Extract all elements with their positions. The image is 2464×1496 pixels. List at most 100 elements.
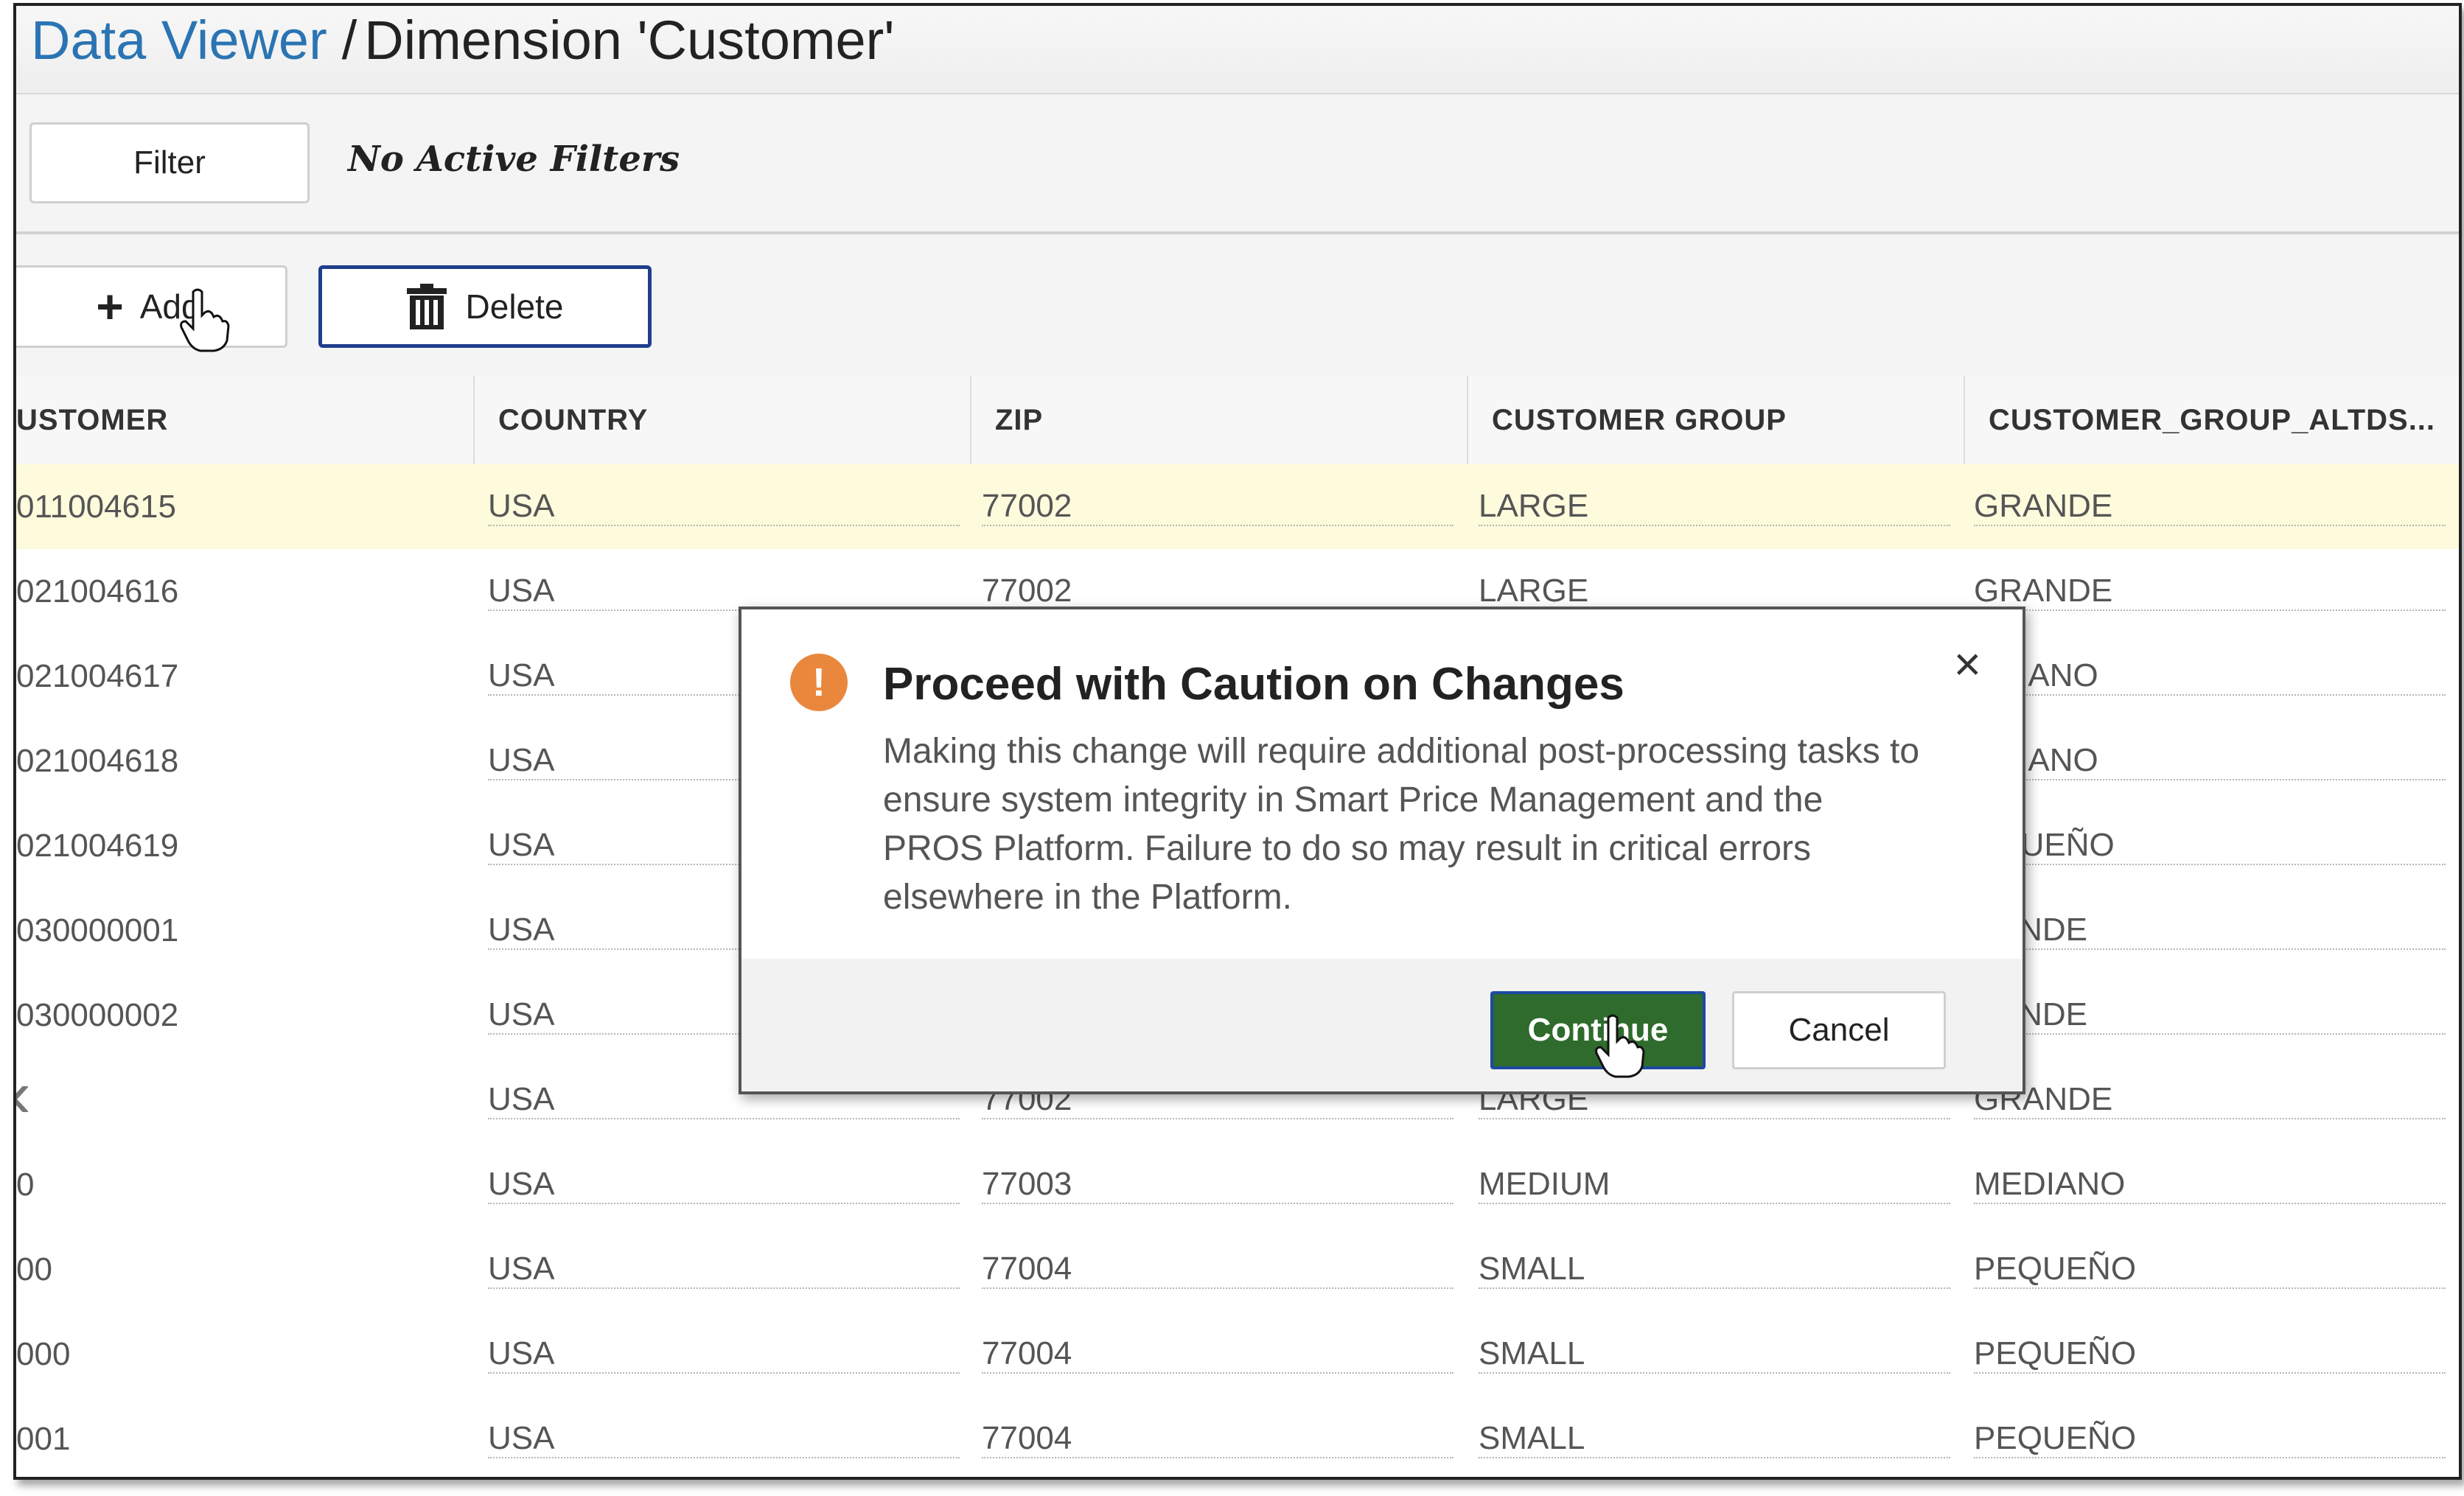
cell-customer-group-altds-value: PEQUEÑO — [1974, 1335, 2446, 1374]
cell-customer-value: 000 — [16, 1335, 71, 1372]
dialog-body: ! Proceed with Caution on Changes × Maki… — [741, 609, 2022, 960]
cell-customer-group-value: LARGE — [1479, 573, 1950, 611]
close-icon[interactable]: × — [1954, 640, 1981, 688]
app-window: Data Viewer / Dimension 'Customer' Filter … — [13, 3, 2462, 1480]
cell-zip[interactable]: 77004 — [982, 1312, 1453, 1397]
cell-zip[interactable]: 77002 — [982, 464, 1453, 549]
cell-customer-group[interactable]: SMALL — [1479, 1312, 1950, 1397]
breadcrumb: Data Viewer / Dimension 'Customer' — [31, 9, 894, 72]
cell-customer-group-altds-value: PEQUEÑO — [1974, 1251, 2446, 1289]
table-row[interactable]: 000 USA 77004 SMALL PEQUEÑO — [16, 1312, 2459, 1398]
cell-customer-group-value: LARGE — [1479, 488, 1950, 526]
warning-icon: ! — [790, 654, 848, 711]
cell-customer-group-altds[interactable]: GRANDE — [1974, 1058, 2446, 1142]
cell-customer-group-altds[interactable]: GRANDE — [1974, 464, 2446, 549]
cell-customer[interactable]: 030000002 — [16, 973, 458, 1058]
cell-country[interactable]: USA — [488, 1227, 960, 1312]
cancel-button[interactable]: Cancel — [1732, 991, 1946, 1069]
cell-customer[interactable]: 021004618 — [16, 719, 458, 803]
cell-customer[interactable]: 021004616 — [16, 549, 458, 634]
cell-customer[interactable]: 0 — [16, 1142, 458, 1227]
cell-customer-group[interactable]: MEDIUM — [1479, 1142, 1950, 1227]
cell-customer-value: 001 — [16, 1420, 71, 1457]
cell-customer-group-altds[interactable]: PEQUEÑO — [1974, 1227, 2446, 1312]
cell-customer-value: 021004618 — [16, 742, 179, 779]
column-header-zip[interactable]: ZIP — [971, 376, 1468, 464]
chevron-left-icon[interactable]: ‹ — [16, 1061, 31, 1128]
cell-customer[interactable]: 011004615 — [16, 464, 458, 549]
cell-customer-group-altds[interactable]: GRANDE — [1974, 549, 2446, 634]
cell-customer-group-altds[interactable]: MEDIANO — [1974, 1142, 2446, 1227]
cell-customer-group[interactable]: SMALL — [1479, 1397, 1950, 1477]
table-row[interactable]: 011004615 USA 77002 LARGE GRANDE — [16, 464, 2459, 550]
filter-bar: Filter No Active Filters — [16, 94, 2459, 234]
cell-zip-value: 77003 — [982, 1166, 1453, 1204]
cell-customer-group-altds-value: EQUEÑO — [1974, 827, 2446, 865]
cell-country[interactable]: USA — [488, 1397, 960, 1477]
cell-zip-value: 77002 — [982, 488, 1453, 526]
column-header-customer-group[interactable]: CUSTOMER GROUP — [1468, 376, 1965, 464]
cell-customer-value: 0 — [16, 1166, 35, 1203]
cell-country-value: USA — [488, 1166, 960, 1204]
cell-customer[interactable]: 021004619 — [16, 803, 458, 888]
cell-customer-group-altds-value: PEQUEÑO — [1974, 1420, 2446, 1458]
cell-customer-group-altds[interactable]: EQUEÑO — [1974, 803, 2446, 888]
cell-country-value: USA — [488, 1420, 960, 1458]
dialog-title: Proceed with Caution on Changes — [883, 659, 1624, 710]
filter-status-text: No Active Filters — [348, 139, 680, 180]
grid-header-row: USTOMER COUNTRY ZIP CUSTOMER GROUP CUSTO… — [16, 376, 2459, 466]
grid-toolbar: + Add Delete — [16, 234, 2459, 378]
page-header: Data Viewer / Dimension 'Customer' — [16, 6, 2459, 94]
filter-button[interactable]: Filter — [29, 122, 310, 203]
cell-customer[interactable]: 001 — [16, 1397, 458, 1477]
cell-customer[interactable]: 021004617 — [16, 634, 458, 719]
cell-country[interactable]: USA — [488, 1142, 960, 1227]
delete-button[interactable]: Delete — [318, 265, 652, 348]
caution-dialog: ! Proceed with Caution on Changes × Maki… — [739, 607, 2025, 1094]
cell-customer-group-value: SMALL — [1479, 1251, 1950, 1289]
cell-customer-value: 021004619 — [16, 827, 179, 864]
cell-customer-value: 021004616 — [16, 573, 179, 609]
cell-customer-group-value: SMALL — [1479, 1335, 1950, 1374]
cell-customer-group-value: MEDIUM — [1479, 1166, 1950, 1204]
breadcrumb-data-viewer-link[interactable]: Data Viewer — [31, 10, 327, 71]
cell-country-value: USA — [488, 1251, 960, 1289]
cell-customer-group-altds[interactable]: RANDE — [1974, 888, 2446, 973]
cell-customer-group[interactable]: SMALL — [1479, 1227, 1950, 1312]
cell-customer-group-altds-value: MEDIANO — [1974, 1166, 2446, 1204]
column-header-customer[interactable]: USTOMER — [16, 376, 475, 464]
cell-customer-group-altds-value: RANDE — [1974, 996, 2446, 1035]
dialog-footer: Continue Cancel — [741, 959, 2022, 1091]
cell-customer-group-altds-value: GRANDE — [1974, 1081, 2446, 1119]
add-button[interactable]: + Add — [16, 265, 287, 348]
delete-button-label: Delete — [465, 287, 564, 326]
cell-zip[interactable]: 77003 — [982, 1142, 1453, 1227]
cell-customer-group-altds[interactable]: PEQUEÑO — [1974, 1312, 2446, 1397]
cell-customer-value: 011004615 — [16, 488, 176, 525]
cell-country[interactable]: USA — [488, 464, 960, 549]
cell-zip[interactable]: 77004 — [982, 1227, 1453, 1312]
cell-customer-group-altds[interactable]: RANDE — [1974, 973, 2446, 1058]
dialog-message: Making this change will require addition… — [883, 732, 1920, 917]
cell-zip[interactable]: 77004 — [982, 1397, 1453, 1477]
cell-customer-group-altds-value: RANDE — [1974, 912, 2446, 950]
column-header-customer-group-altds[interactable]: CUSTOMER_GROUP_ALTDS... — [1965, 376, 2459, 464]
table-row[interactable]: 001 USA 77004 SMALL PEQUEÑO — [16, 1397, 2459, 1477]
table-row[interactable]: 0 USA 77003 MEDIUM MEDIANO — [16, 1142, 2459, 1228]
table-row[interactable]: 00 USA 77004 SMALL PEQUEÑO — [16, 1227, 2459, 1313]
cell-customer[interactable] — [16, 1058, 458, 1142]
cell-customer-group-altds-value: GRANDE — [1974, 573, 2446, 611]
column-header-country[interactable]: COUNTRY — [475, 376, 971, 464]
cell-customer-group-altds[interactable]: EDIANO — [1974, 634, 2446, 719]
cell-country[interactable]: USA — [488, 1312, 960, 1397]
cell-customer-group-altds[interactable]: EDIANO — [1974, 719, 2446, 803]
cell-customer[interactable]: 00 — [16, 1227, 458, 1312]
cell-customer[interactable]: 000 — [16, 1312, 458, 1397]
cell-customer[interactable]: 030000001 — [16, 888, 458, 973]
cell-customer-group-altds[interactable]: PEQUEÑO — [1974, 1397, 2446, 1477]
cell-customer-value: 021004617 — [16, 657, 179, 694]
trash-icon — [406, 284, 447, 329]
cell-customer-group-altds-value: GRANDE — [1974, 488, 2446, 526]
cell-customer-group[interactable]: LARGE — [1479, 464, 1950, 549]
breadcrumb-separator: / — [341, 10, 357, 71]
